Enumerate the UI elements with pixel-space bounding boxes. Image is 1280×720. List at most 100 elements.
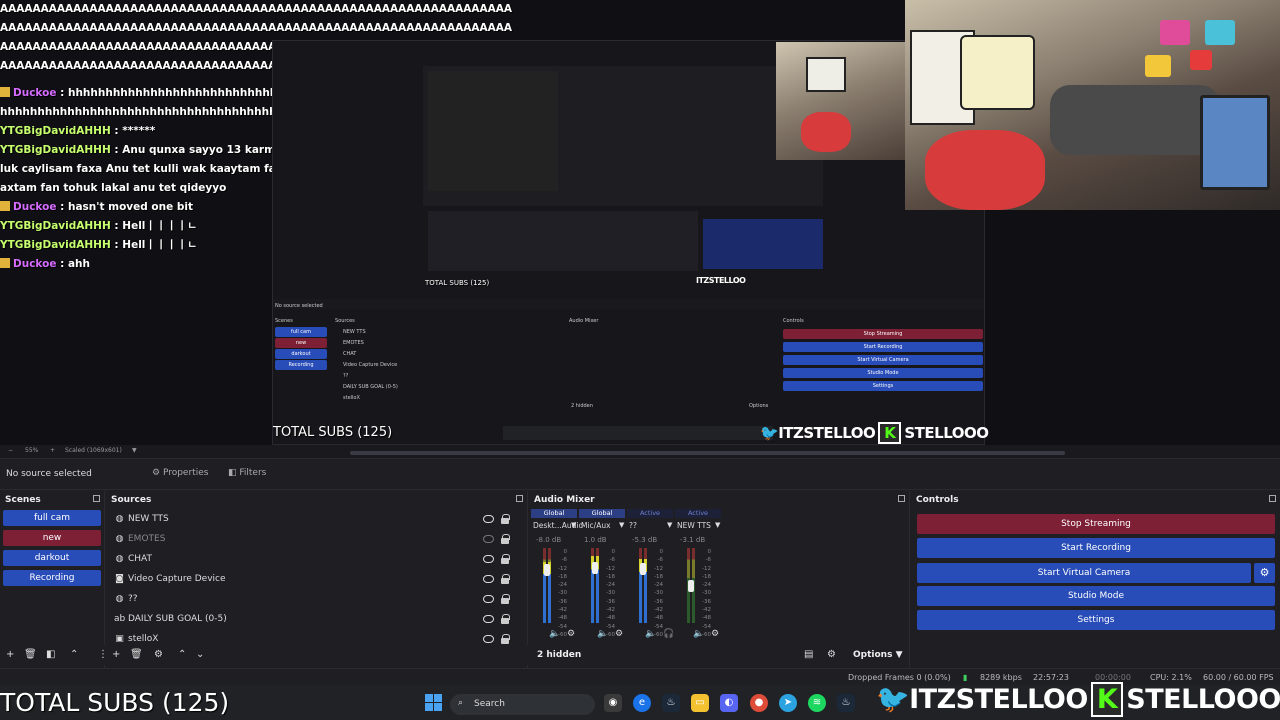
mixer-settings-icon[interactable]: ⚙	[711, 629, 719, 639]
lock-icon[interactable]	[501, 614, 510, 624]
mixer-settings-icon[interactable]: ⚙	[615, 629, 623, 639]
visibility-eye-icon[interactable]	[483, 635, 494, 643]
chat-username: YTGBigDavidAHHH	[0, 144, 111, 156]
source-label: stelloX	[128, 634, 159, 644]
speaker-icon[interactable]: 🔈	[597, 629, 608, 639]
visibility-eye-icon[interactable]	[483, 575, 494, 583]
virtual-camera-settings-icon[interactable]: ⚙	[1254, 563, 1275, 583]
lock-icon[interactable]	[501, 554, 510, 564]
discord-taskbar-icon[interactable]: ◐	[720, 694, 738, 712]
chevron-down-icon[interactable]: ▼	[667, 521, 672, 529]
visibility-eye-icon[interactable]	[483, 515, 494, 523]
volume-meter	[548, 548, 551, 623]
source-item[interactable]: ◍ NEW TTS	[0, 510, 520, 530]
scenes-title: Scenes	[5, 495, 41, 505]
preview-scrollbar[interactable]	[350, 451, 1065, 455]
windows-start-icon[interactable]	[425, 694, 442, 711]
mixer-settings-icon[interactable]: ⚙	[827, 649, 836, 660]
visibility-eye-icon[interactable]	[483, 535, 494, 543]
speaker-icon[interactable]: 🔈	[549, 629, 560, 639]
dock-float-icon[interactable]	[93, 495, 100, 502]
remove-source-icon[interactable]: 🗑	[130, 649, 143, 661]
mixer-options-button[interactable]: Options ▼	[853, 650, 903, 660]
spotify-taskbar-icon[interactable]: ≋	[808, 694, 826, 712]
meter-scale: 0 -6 -12 -18 -24 -30 -36 -42 -48 -54 -60	[558, 549, 567, 638]
visibility-eye-icon[interactable]	[483, 555, 494, 563]
zoom-in-icon[interactable]: +	[50, 447, 55, 454]
chat-text: ******	[122, 125, 156, 137]
move-down-icon[interactable]: ⌄	[196, 649, 204, 661]
taskbar-search[interactable]: ⌕ Search	[450, 694, 595, 715]
source-label: ??	[128, 594, 138, 604]
add-scene-icon[interactable]: +	[6, 649, 14, 661]
start-recording-button[interactable]: Start Recording	[917, 538, 1275, 558]
source-item[interactable]: ◍ EMOTES	[0, 530, 520, 550]
handle-overlay: 🐦ITZSTELLOO K STELLOOO	[876, 682, 1280, 717]
edge-taskbar-icon[interactable]: e	[633, 694, 651, 712]
globe-icon: ◍	[115, 594, 124, 604]
steam-taskbar-icon-2[interactable]: ♨	[837, 694, 855, 712]
mixer-channel-name[interactable]: NEW TTS	[677, 521, 711, 530]
settings-button[interactable]: Settings	[917, 610, 1275, 630]
source-item[interactable]: ab DAILY SUB GOAL (0-5)	[0, 610, 520, 630]
chat-username: YTGBigDavidAHHH	[0, 125, 111, 137]
mixer-settings-icon[interactable]: 🎧	[663, 629, 674, 639]
volume-slider-knob[interactable]	[544, 563, 550, 576]
dock-float-icon[interactable]	[898, 495, 905, 502]
filter-scene-icon[interactable]: ◧	[46, 649, 55, 661]
remove-scene-icon[interactable]: 🗑	[24, 649, 37, 661]
properties-bar: No source selected ⚙ Properties ◧ Filter…	[0, 458, 1280, 490]
chevron-down-icon[interactable]: ▼	[619, 521, 624, 529]
volume-slider-knob[interactable]	[640, 563, 646, 575]
volume-slider-knob[interactable]	[688, 580, 694, 592]
obs-taskbar-icon[interactable]: ◉	[604, 694, 622, 712]
mixer-channel-name[interactable]: ??	[629, 521, 637, 530]
bitrate: 8289 kbps	[980, 673, 1022, 682]
properties-button[interactable]: ⚙ Properties	[152, 468, 208, 478]
file-explorer-icon[interactable]: ▭	[691, 694, 709, 712]
camera-icon: ◙	[115, 574, 124, 584]
speaker-icon[interactable]: 🔈	[645, 629, 656, 639]
layout-icon[interactable]: ▤	[804, 649, 813, 660]
chevron-down-icon[interactable]: ▼	[715, 521, 720, 529]
lock-icon[interactable]	[501, 634, 510, 644]
source-item[interactable]: ◍ CHAT	[0, 550, 520, 570]
hidden-count[interactable]: 2 hidden	[537, 650, 581, 660]
telegram-taskbar-icon[interactable]: ➤	[779, 694, 797, 712]
mixer-channel-name[interactable]: Mic/Aux	[581, 521, 611, 530]
chrome-taskbar-icon[interactable]: ●	[750, 694, 768, 712]
speaker-icon[interactable]: 🔈	[693, 629, 704, 639]
signal-icon: ▮	[963, 673, 968, 682]
no-source-label: No source selected	[6, 469, 92, 479]
lock-icon[interactable]	[501, 514, 510, 524]
source-item[interactable]: ◍??	[0, 590, 520, 610]
recording-time: 00:00:00	[1095, 673, 1131, 682]
chat-text: Hell丨丨丨丨ㄴ	[122, 220, 198, 232]
stop-streaming-button[interactable]: Stop Streaming	[917, 514, 1275, 534]
move-up-icon[interactable]: ⌃	[178, 649, 186, 661]
chevron-down-icon[interactable]: ▼	[132, 447, 137, 454]
dock-float-icon[interactable]	[1269, 495, 1276, 502]
volume-slider-knob[interactable]	[592, 562, 598, 574]
lock-icon[interactable]	[501, 594, 510, 604]
lock-icon[interactable]	[501, 574, 510, 584]
visibility-eye-icon[interactable]	[483, 595, 494, 603]
webcam-feed-small	[776, 42, 906, 160]
start-virtual-camera-button[interactable]: Start Virtual Camera	[917, 563, 1251, 583]
studio-mode-button[interactable]: Studio Mode	[917, 586, 1275, 606]
preview-canvas[interactable]: AAAAAAAAAAAAAAAAAAAAAAAAAAAAAAAAAAAAAAAA…	[0, 0, 1280, 445]
add-source-icon[interactable]: +	[112, 649, 120, 661]
zoom-out-icon[interactable]: −	[8, 447, 13, 454]
chevron-down-icon[interactable]: ▼	[571, 521, 576, 529]
visibility-eye-icon[interactable]	[483, 615, 494, 623]
filters-button[interactable]: ◧ Filters	[228, 468, 266, 478]
scale-dropdown[interactable]: Scaled (1069x601)	[65, 447, 122, 454]
lock-icon[interactable]	[501, 534, 510, 544]
chat-username: Duckoe	[13, 87, 57, 99]
source-settings-icon[interactable]: ⚙	[154, 649, 163, 661]
source-item[interactable]: ◙ Video Capture Device	[0, 570, 520, 590]
move-up-icon[interactable]: ⌃	[70, 649, 78, 661]
steam-taskbar-icon[interactable]: ♨	[662, 694, 680, 712]
dock-float-icon[interactable]	[516, 495, 523, 502]
mixer-settings-icon[interactable]: ⚙	[567, 629, 575, 639]
